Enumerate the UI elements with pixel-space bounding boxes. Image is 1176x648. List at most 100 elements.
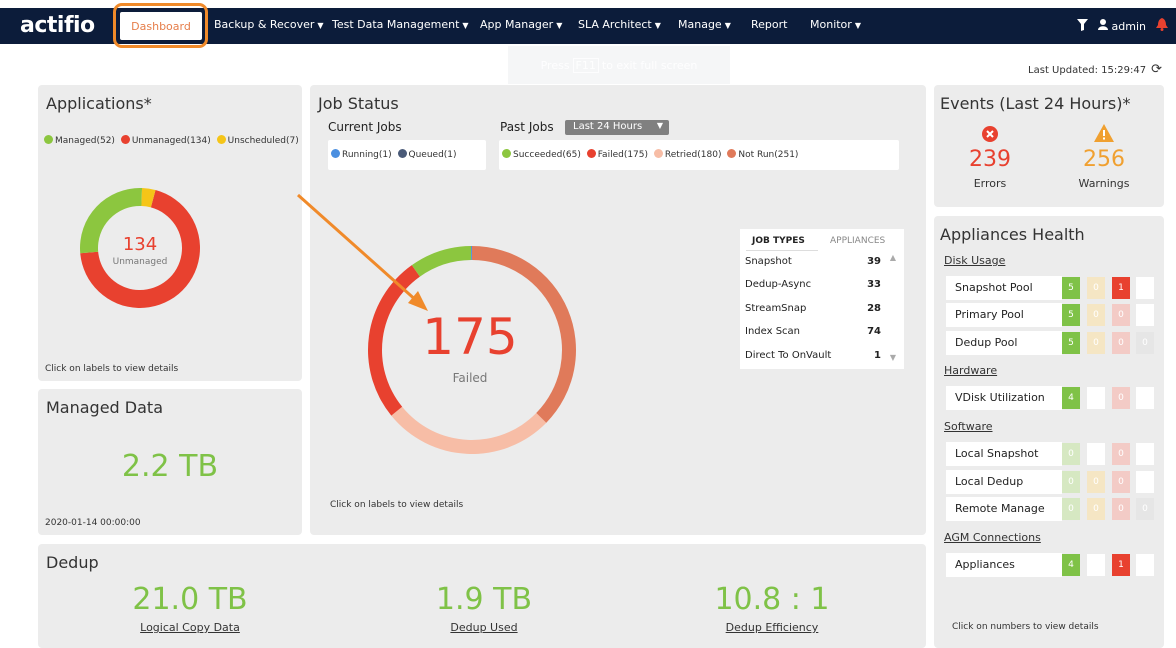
legend-retried[interactable]: Retried(180) — [653, 149, 721, 160]
legend-succeeded[interactable]: Succeeded(65) — [502, 149, 581, 160]
health-label[interactable]: Snapshot Pool — [946, 276, 1062, 300]
health-cell[interactable] — [1136, 471, 1154, 493]
health-cell[interactable] — [1087, 554, 1105, 576]
actifio-logo[interactable]: actifio — [20, 13, 95, 38]
health-cell[interactable]: 4 — [1062, 554, 1080, 576]
health-label[interactable]: Local Dedup — [946, 470, 1062, 494]
health-label[interactable]: Remote Manage — [946, 497, 1062, 521]
dedup-used-value[interactable]: 1.9 TB — [384, 582, 584, 617]
health-cell[interactable]: 0 — [1087, 304, 1105, 326]
logical-copy-label[interactable]: Logical Copy Data — [90, 621, 290, 634]
health-cell[interactable]: 5 — [1062, 304, 1080, 326]
job-type-row[interactable]: Dedup-Async 33 — [745, 279, 881, 290]
health-cell[interactable]: 1 — [1112, 277, 1130, 299]
nav-app-manager[interactable]: App Manager ▼ — [480, 18, 562, 31]
health-row-snapshot-pool: Snapshot Pool 5 0 1 — [946, 276, 1154, 300]
scroll-up-icon[interactable]: ▲ — [890, 253, 896, 262]
appliances-health-hint: Click on numbers to view details — [952, 622, 1099, 632]
nav-backup-recover[interactable]: Backup & Recover ▼ — [214, 18, 324, 31]
current-jobs-title: Current Jobs — [328, 120, 402, 134]
refresh-icon[interactable]: ⟳ — [1151, 62, 1162, 77]
donut-slice-4[interactable] — [471, 246, 472, 261]
health-row-local-snapshot: Local Snapshot 0 0 — [946, 442, 1154, 466]
legend-failed[interactable]: Failed(175) — [586, 149, 648, 160]
health-cell[interactable]: 5 — [1062, 277, 1080, 299]
dedup-used-label[interactable]: Dedup Used — [384, 621, 584, 634]
health-cell[interactable]: 0 — [1112, 498, 1130, 520]
health-row-local-dedup: Local Dedup 0 0 0 — [946, 470, 1154, 494]
warning-icon — [1094, 124, 1114, 142]
health-cell[interactable]: 0 — [1062, 471, 1080, 493]
nav-sla-architect[interactable]: SLA Architect ▼ — [578, 18, 661, 31]
warnings-count[interactable]: 256 — [1064, 147, 1144, 172]
health-cell[interactable] — [1087, 387, 1105, 409]
tab-job-types[interactable]: JOB TYPES — [752, 236, 805, 246]
health-label[interactable]: Primary Pool — [946, 303, 1062, 327]
legend-running[interactable]: Running(1) — [331, 149, 392, 160]
job-type-row[interactable]: Snapshot 39 — [745, 256, 881, 267]
legend-not-run[interactable]: Not Run(251) — [727, 149, 798, 160]
nav-test-data-management[interactable]: Test Data Management ▼ — [332, 18, 469, 31]
job-type-row[interactable]: Index Scan 74 — [745, 326, 881, 337]
chevron-down-icon: ▼ — [654, 21, 661, 30]
health-cell[interactable] — [1136, 554, 1154, 576]
health-cell[interactable]: 0 — [1136, 332, 1154, 354]
health-cell[interactable]: 5 — [1062, 332, 1080, 354]
nav-manage[interactable]: Manage ▼ — [678, 18, 731, 31]
health-cell[interactable]: 0 — [1136, 498, 1154, 520]
health-label[interactable]: Local Snapshot — [946, 442, 1062, 466]
dedup-efficiency-value[interactable]: 10.8 : 1 — [672, 582, 872, 617]
tab-appliances[interactable]: APPLIANCES — [830, 236, 885, 246]
dedup-panel: Dedup 21.0 TB Logical Copy Data 1.9 TB D… — [38, 544, 926, 648]
bell-icon[interactable] — [1156, 18, 1168, 34]
errors-count[interactable]: 239 — [950, 147, 1030, 172]
health-cell[interactable]: 0 — [1112, 387, 1130, 409]
filter-icon[interactable] — [1077, 18, 1089, 34]
donut-slice-1[interactable] — [391, 406, 547, 454]
past-jobs-title: Past Jobs — [500, 120, 554, 134]
health-cell[interactable] — [1136, 304, 1154, 326]
health-cell[interactable] — [1136, 387, 1154, 409]
nav-monitor[interactable]: Monitor ▼ — [810, 18, 861, 31]
managed-data-date: 2020-01-14 00:00:00 — [45, 518, 141, 528]
health-cell[interactable]: 0 — [1087, 498, 1105, 520]
legend-unscheduled[interactable]: Unscheduled(7) — [216, 135, 299, 146]
legend-dot — [653, 149, 663, 158]
dedup-efficiency-label[interactable]: Dedup Efficiency — [672, 621, 872, 634]
health-cell[interactable]: 0 — [1087, 332, 1105, 354]
health-label[interactable]: Dedup Pool — [946, 331, 1062, 355]
health-cell[interactable] — [1087, 443, 1105, 465]
scroll-down-icon[interactable]: ▼ — [890, 353, 896, 362]
managed-data-value[interactable]: 2.2 TB — [38, 449, 302, 484]
job-type-row[interactable]: Direct To OnVault 1 — [745, 350, 881, 361]
health-cell[interactable] — [1136, 277, 1154, 299]
logical-copy-value[interactable]: 21.0 TB — [90, 582, 290, 617]
health-cell[interactable]: 0 — [1062, 443, 1080, 465]
legend-managed[interactable]: Managed(52) — [44, 135, 115, 146]
dedup-title: Dedup — [46, 553, 99, 572]
health-label[interactable]: VDisk Utilization — [946, 386, 1062, 410]
nav-report[interactable]: Report — [751, 18, 787, 31]
job-type-row[interactable]: StreamSnap 28 — [745, 303, 881, 314]
health-cell[interactable] — [1136, 443, 1154, 465]
health-label[interactable]: Appliances — [946, 553, 1062, 577]
user-icon — [1098, 19, 1112, 33]
legend-unmanaged[interactable]: Unmanaged(134) — [120, 135, 211, 146]
health-cell[interactable]: 0 — [1087, 277, 1105, 299]
health-cell[interactable]: 0 — [1112, 304, 1130, 326]
health-cell[interactable]: 0 — [1112, 443, 1130, 465]
health-row-remote-manage: Remote Manage 0 0 0 0 — [946, 497, 1154, 521]
health-cell[interactable]: 0 — [1087, 471, 1105, 493]
health-cell[interactable]: 4 — [1062, 387, 1080, 409]
health-cell[interactable]: 1 — [1112, 554, 1130, 576]
chevron-down-icon: ▼ — [462, 21, 469, 30]
health-cell[interactable]: 0 — [1112, 332, 1130, 354]
user-menu[interactable]: admin — [1098, 19, 1146, 33]
legend-queued[interactable]: Queued(1) — [397, 149, 457, 160]
nav-dashboard[interactable]: Dashboard — [120, 12, 202, 40]
health-cell[interactable]: 0 — [1112, 471, 1130, 493]
past-jobs-range-select[interactable]: Last 24 Hours ▼ — [565, 120, 669, 135]
legend-dot — [727, 149, 737, 158]
tab-divider — [746, 250, 818, 251]
health-cell[interactable]: 0 — [1062, 498, 1080, 520]
